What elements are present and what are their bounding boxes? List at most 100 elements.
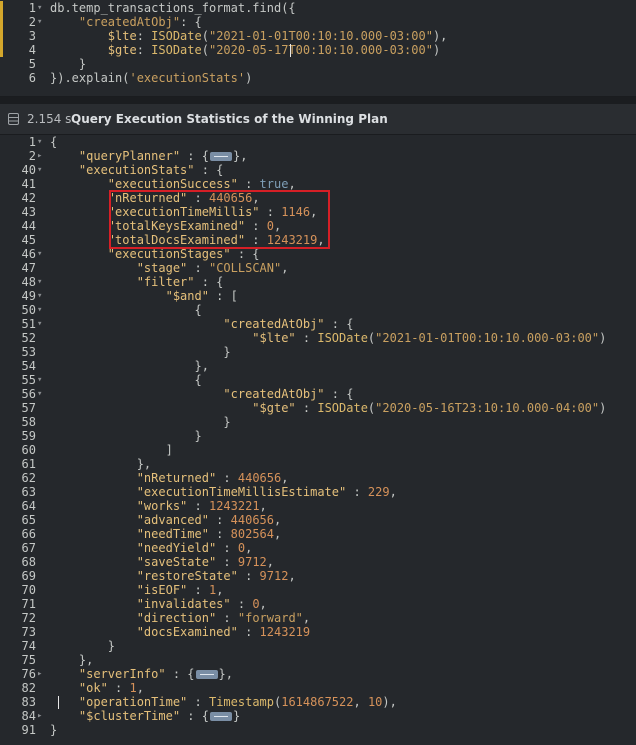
fold-open-icon[interactable]: ▾ xyxy=(37,1,47,15)
result-line[interactable]: 48 ▾ "filter" : { xyxy=(0,275,636,289)
line-text: } xyxy=(50,57,86,71)
result-line[interactable]: 84 ▸ "$clusterTime" : {} xyxy=(0,709,636,723)
result-line[interactable]: 61 }, xyxy=(0,457,636,471)
fold-closed-icon[interactable]: ▸ xyxy=(37,667,47,681)
editor-line[interactable]: 4 $gte: ISODate("2020-05-17T00:10:10.000… xyxy=(0,43,636,57)
fold-open-icon[interactable]: ▾ xyxy=(37,387,47,401)
token: "executionTimeMillisEstimate" xyxy=(136,485,347,499)
token: 229 xyxy=(367,485,390,499)
collapsed-content-icon[interactable] xyxy=(209,152,232,161)
editor-line[interactable]: 2 ▾ "createdAtObj": { xyxy=(0,15,636,29)
token: , xyxy=(259,597,267,611)
query-editor[interactable]: 1 ▾ db.temp_transactions_format.find({2 ▾ "… xyxy=(0,0,636,97)
result-line[interactable]: 70 "isEOF" : 1, xyxy=(0,583,636,597)
result-line[interactable]: 74 } xyxy=(0,639,636,653)
token: "advanced" xyxy=(136,513,209,527)
result-line[interactable]: 67 "needYield" : 0, xyxy=(0,541,636,555)
result-line[interactable]: 1 ▾{ xyxy=(0,135,636,149)
result-line[interactable]: 82 "ok" : 1, xyxy=(0,681,636,695)
collapsed-content-icon[interactable] xyxy=(209,712,232,721)
fold-open-icon[interactable]: ▾ xyxy=(37,303,47,317)
editor-line[interactable]: 6}).explain('executionStats') xyxy=(0,71,636,85)
result-line[interactable]: 72 "direction" : "forward", xyxy=(0,611,636,625)
fold-open-icon[interactable]: ▾ xyxy=(37,275,47,289)
result-line[interactable]: 2 ▸ "queryPlanner" : {}, xyxy=(0,149,636,163)
result-line[interactable]: 59 } xyxy=(0,429,636,443)
token: : xyxy=(237,177,260,191)
result-line[interactable]: 66 "needTime" : 802564, xyxy=(0,527,636,541)
token: } xyxy=(232,709,241,723)
token: ISODate xyxy=(151,43,202,57)
token: ISODate xyxy=(317,331,368,345)
fold-open-icon[interactable]: ▾ xyxy=(37,317,47,331)
line-text: } xyxy=(50,429,201,443)
editor-line[interactable]: 1 ▾ db.temp_transactions_format.find({ xyxy=(0,1,636,15)
token: 1243221 xyxy=(208,499,260,513)
fold-open-icon[interactable]: ▾ xyxy=(37,289,47,303)
fold-open-icon[interactable]: ▾ xyxy=(37,163,47,177)
line-number: 83 xyxy=(21,695,36,709)
editor-line[interactable]: 5 } xyxy=(0,57,636,71)
line-text: "serverInfo" : {}, xyxy=(50,667,233,681)
result-line[interactable]: 83 "operationTime" : Timestamp(161486752… xyxy=(0,695,636,709)
fold-open-icon[interactable]: ▾ xyxy=(37,15,47,29)
panel-divider[interactable] xyxy=(0,97,636,104)
result-line[interactable]: 63 "executionTimeMillisEstimate" : 229, xyxy=(0,485,636,499)
line-number: 70 xyxy=(21,583,36,597)
token: : { xyxy=(165,667,195,681)
collapsed-content-icon[interactable] xyxy=(195,670,218,679)
result-line[interactable]: 75 }, xyxy=(0,653,636,667)
token: , xyxy=(302,611,311,625)
line-text: db.temp_transactions_format.find({ xyxy=(50,1,296,15)
result-line[interactable]: 56 ▾ "createdAtObj" : { xyxy=(0,387,636,401)
result-line[interactable]: 52 "$lte" : ISODate("2021-01-01T00:10:10… xyxy=(0,331,636,345)
fold-closed-icon[interactable]: ▸ xyxy=(37,149,47,163)
result-line[interactable]: 50 ▾ { xyxy=(0,303,636,317)
result-line[interactable]: 58 } xyxy=(0,415,636,429)
result-line[interactable]: 69 "restoreState" : 9712, xyxy=(0,569,636,583)
result-line[interactable]: 62 "nReturned" : 440656, xyxy=(0,471,636,485)
token: ) xyxy=(599,331,607,345)
result-line[interactable]: 71 "invalidates" : 0, xyxy=(0,597,636,611)
result-line[interactable]: 64 "works" : 1243221, xyxy=(0,499,636,513)
token: "2020-05-17T00:10:10.000-03:00" xyxy=(208,43,433,57)
result-line[interactable]: 57 "$gte" : ISODate("2020-05-16T23:10:10… xyxy=(0,401,636,415)
token: : { xyxy=(324,317,354,331)
line-number: 5 xyxy=(28,57,36,71)
token: : [ xyxy=(208,289,238,303)
result-line[interactable]: 47 "stage" : "COLLSCAN", xyxy=(0,261,636,275)
token: "createdAtObj" xyxy=(223,317,325,331)
result-line[interactable]: 68 "saveState" : 9712, xyxy=(0,555,636,569)
line-text: "$gte" : ISODate("2020-05-16T23:10:10.00… xyxy=(50,401,606,415)
token: 440656 xyxy=(230,513,274,527)
result-line[interactable]: 53 } xyxy=(0,345,636,359)
editor-line[interactable]: 3 $lte: ISODate("2021-01-01T00:10:10.000… xyxy=(0,29,636,43)
fold-open-icon[interactable]: ▾ xyxy=(37,373,47,387)
result-line[interactable]: 41 "executionSuccess" : true, xyxy=(0,177,636,191)
result-line[interactable]: 54 }, xyxy=(0,359,636,373)
fold-open-icon[interactable]: ▾ xyxy=(37,135,47,149)
result-line[interactable]: 51 ▾ "createdAtObj" : { xyxy=(0,317,636,331)
result-line[interactable]: 40 ▾ "executionStats" : { xyxy=(0,163,636,177)
result-line[interactable]: 91} xyxy=(0,723,636,737)
line-text: "executionTimeMillisEstimate" : 229, xyxy=(50,485,397,499)
result-line[interactable]: 46 ▾ "executionStages" : { xyxy=(0,247,636,261)
fold-open-icon[interactable]: ▾ xyxy=(37,247,47,261)
result-line[interactable]: 60 ] xyxy=(0,443,636,457)
line-text: $gte: ISODate("2020-05-17T00:10:10.000-0… xyxy=(50,43,440,57)
result-line[interactable]: 65 "advanced" : 440656, xyxy=(0,513,636,527)
result-line[interactable]: 76 ▸ "serverInfo" : {}, xyxy=(0,667,636,681)
result-line[interactable]: 55 ▾ { xyxy=(0,373,636,387)
line-number: 63 xyxy=(21,485,36,499)
fold-closed-icon[interactable]: ▸ xyxy=(37,709,47,723)
token: "executionStages" xyxy=(107,247,231,261)
line-number: 54 xyxy=(21,359,36,373)
result-line[interactable]: 49 ▾ "$and" : [ xyxy=(0,289,636,303)
token: db.temp_transactions_format.find({ xyxy=(50,1,296,15)
token: : xyxy=(187,583,209,597)
token: "needYield" xyxy=(136,541,217,555)
result-line[interactable]: 73 "docsExamined" : 1243219 xyxy=(0,625,636,639)
